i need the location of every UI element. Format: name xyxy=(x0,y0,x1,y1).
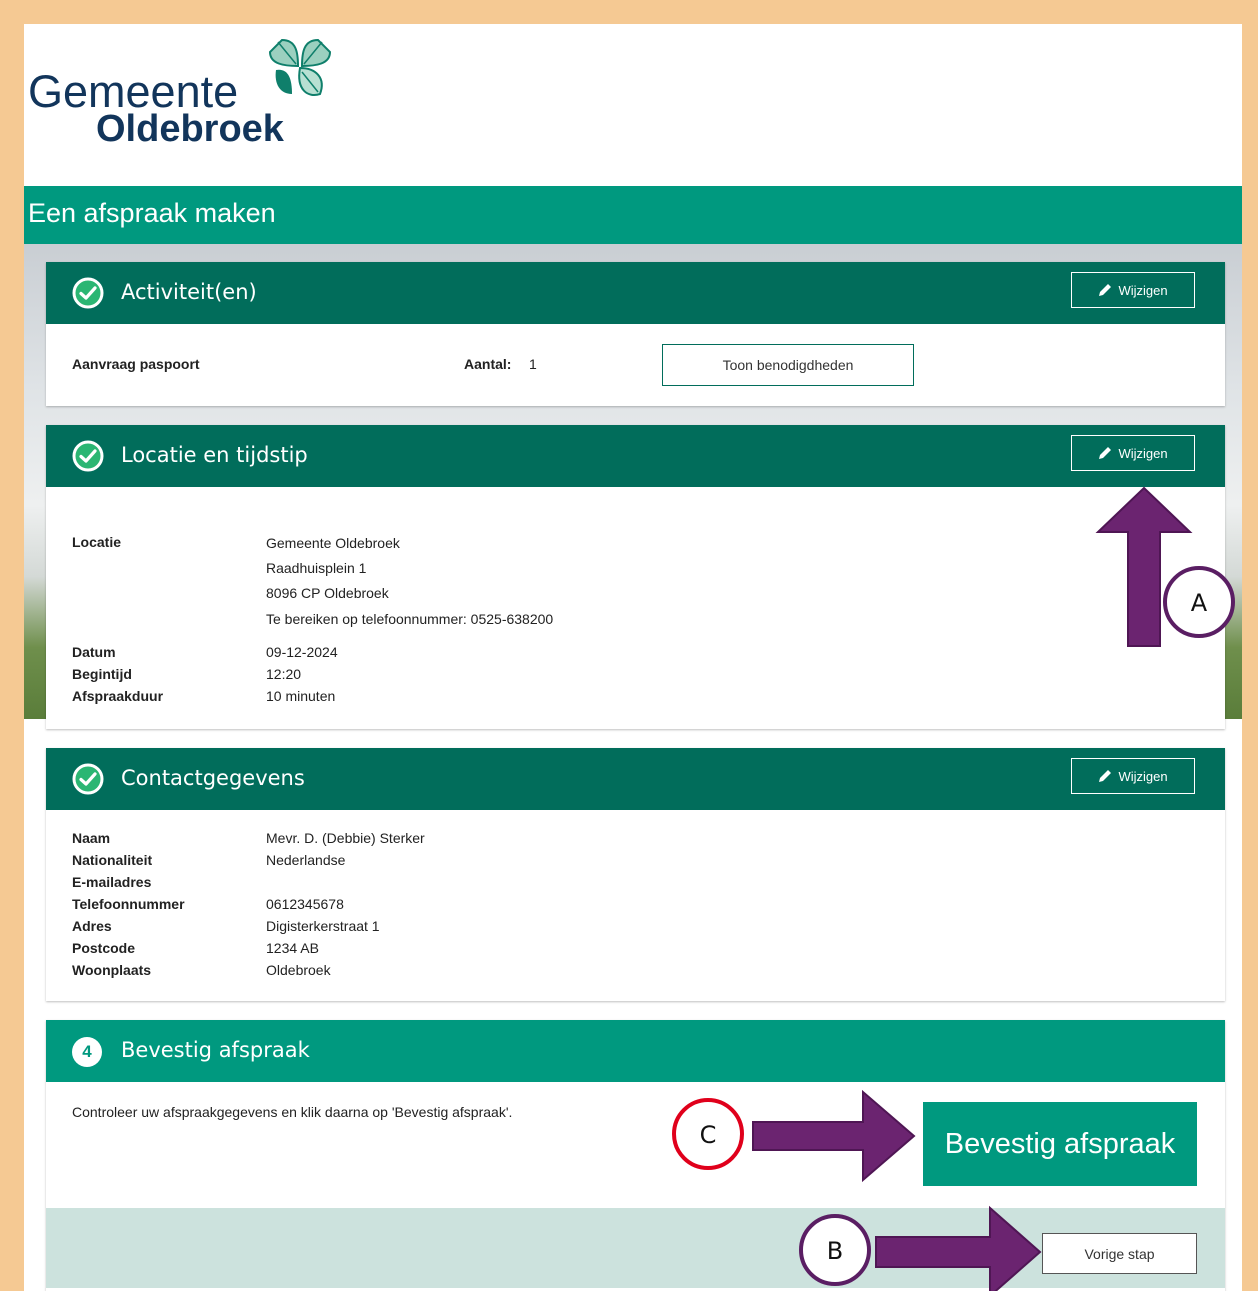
logo[interactable]: Gemeente Oldebroek xyxy=(28,38,348,158)
duration-value: 10 minuten xyxy=(266,688,336,704)
start-time-value: 12:20 xyxy=(266,666,302,682)
address-line: Gemeente Oldebroek xyxy=(266,535,400,551)
edit-activities-button[interactable]: Wijzigen xyxy=(1071,272,1195,308)
leaves-icon xyxy=(268,38,332,96)
activities-card-header: Activiteit(en) Wijzigen xyxy=(46,262,1225,324)
contact-value: Oldebroek xyxy=(266,962,331,978)
page-title: Een afspraak maken xyxy=(28,198,276,228)
address-line: Te bereiken op telefoonnummer: 0525-6382… xyxy=(266,611,554,627)
activities-title: Activiteit(en) xyxy=(121,280,257,304)
contact-label: E-mailadres xyxy=(72,874,152,890)
count-label: Aantal: xyxy=(464,356,512,372)
contact-value: Mevr. D. (Debbie) Sterker xyxy=(266,830,425,846)
page-header: Een afspraak maken xyxy=(24,186,1242,244)
contact-value: Nederlandse xyxy=(266,852,346,868)
page-frame: Gemeente Oldebroek Een afspraak maken Ac… xyxy=(24,24,1242,1291)
date-value: 09-12-2024 xyxy=(266,644,338,660)
pencil-icon xyxy=(1099,447,1112,459)
contact-label: Naam xyxy=(72,830,111,846)
contact-card: Contactgegevens Wijzigen Naam Mevr. D. (… xyxy=(46,748,1225,1001)
date-label: Datum xyxy=(72,644,116,660)
activities-card: Activiteit(en) Wijzigen Aanvraag paspoor… xyxy=(46,262,1225,406)
contact-label: Nationaliteit xyxy=(72,852,153,868)
step-number-badge: 4 xyxy=(72,1037,102,1067)
address-line: Raadhuisplein 1 xyxy=(266,560,367,576)
address-line: 8096 CP Oldebroek xyxy=(266,585,389,601)
previous-step-button[interactable]: Vorige stap xyxy=(1042,1233,1197,1274)
contact-value: Digisterkerstraat 1 xyxy=(266,918,380,934)
confirm-card: 4 Bevestig afspraak Controleer uw afspra… xyxy=(46,1020,1225,1291)
edit-contact-button[interactable]: Wijzigen xyxy=(1071,758,1195,794)
contact-label: Telefoonnummer xyxy=(72,896,185,912)
check-circle-icon xyxy=(72,763,104,795)
location-card: Locatie en tijdstip Wijzigen Locatie Gem… xyxy=(46,425,1225,729)
contact-title: Contactgegevens xyxy=(121,766,305,790)
start-time-label: Begintijd xyxy=(72,666,132,682)
confirm-title: Bevestig afspraak xyxy=(121,1038,310,1062)
step-footer: Vorige stap xyxy=(46,1208,1225,1288)
duration-label: Afspraakduur xyxy=(72,688,164,704)
confirm-card-header: 4 Bevestig afspraak xyxy=(46,1020,1225,1082)
activity-name: Aanvraag paspoort xyxy=(72,356,200,372)
show-requirements-button[interactable]: Toon benodigdheden xyxy=(662,344,914,386)
count-value: 1 xyxy=(529,356,537,372)
confirm-instruction: Controleer uw afspraakgegevens en klik d… xyxy=(72,1104,513,1120)
contact-value: 1234 AB xyxy=(266,940,319,956)
contact-value: 0612345678 xyxy=(266,896,344,912)
edit-label: Wijzigen xyxy=(1118,282,1168,298)
contact-label: Adres xyxy=(72,918,112,934)
pencil-icon xyxy=(1099,284,1112,296)
contact-label: Postcode xyxy=(72,940,136,956)
check-circle-icon xyxy=(72,277,104,309)
edit-location-button[interactable]: Wijzigen xyxy=(1071,435,1195,471)
confirm-appointment-button[interactable]: Bevestig afspraak xyxy=(923,1102,1197,1186)
location-card-header: Locatie en tijdstip Wijzigen xyxy=(46,425,1225,487)
edit-label: Wijzigen xyxy=(1118,445,1168,461)
logo-line2: Oldebroek xyxy=(96,108,284,150)
contact-card-header: Contactgegevens Wijzigen xyxy=(46,748,1225,810)
check-circle-icon xyxy=(72,440,104,472)
pencil-icon xyxy=(1099,770,1112,782)
edit-label: Wijzigen xyxy=(1118,768,1168,784)
location-label: Locatie xyxy=(72,534,122,550)
contact-label: Woonplaats xyxy=(72,962,152,978)
location-title: Locatie en tijdstip xyxy=(121,443,308,467)
